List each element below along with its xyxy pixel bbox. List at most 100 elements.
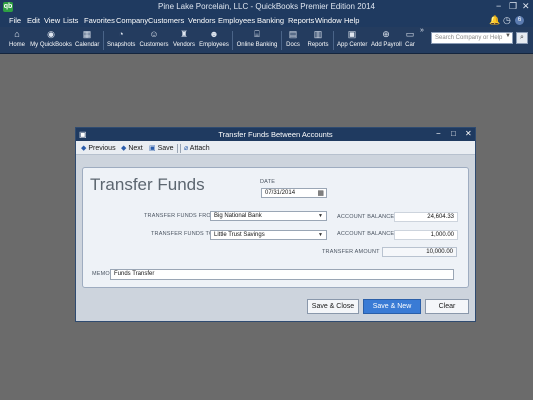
menu-company[interactable]: Company: [116, 16, 148, 25]
date-value: 07/31/2014: [265, 190, 296, 196]
restore-icon[interactable]: ❐: [509, 1, 517, 12]
toolbar-car[interactable]: ▭ Car: [404, 29, 416, 48]
dialog-minimize-icon[interactable]: −: [436, 129, 441, 138]
home-icon: ⌂: [14, 29, 20, 39]
add-payroll-icon: ⊕: [382, 29, 390, 39]
toolbar-employees-label: Employees: [199, 42, 229, 48]
toolbar-calendar[interactable]: ▦ Calendar: [75, 29, 99, 48]
menu-reports[interactable]: Reports: [288, 16, 314, 25]
save-new-button[interactable]: Save & New: [363, 299, 421, 314]
menu-window[interactable]: Window: [315, 16, 342, 25]
toolbar-my-quickbooks-label: My QuickBooks: [30, 42, 72, 48]
app-title-bar: qb Pine Lake Porcelain, LLC - QuickBooks…: [0, 0, 533, 14]
calendar-icon[interactable]: ▦: [317, 189, 324, 197]
search-dropdown-icon[interactable]: ▼: [505, 33, 511, 39]
menu-favorites[interactable]: Favorites: [84, 16, 115, 25]
menu-help[interactable]: Help: [344, 16, 359, 25]
menu-employees[interactable]: Employees: [218, 16, 255, 25]
reports-icon: ▥: [313, 29, 323, 39]
toolbar-separator: [180, 144, 181, 153]
toolbar-separator: [177, 144, 178, 153]
toolbar-customers[interactable]: ☺ Customers: [139, 29, 169, 48]
search-icon: ⌕: [520, 34, 524, 41]
transfer-to-select[interactable]: Little Trust Savings ▼: [210, 230, 327, 240]
previous-button[interactable]: ◆ Previous: [81, 144, 116, 152]
menu-file[interactable]: File: [9, 16, 21, 25]
menu-banking[interactable]: Banking: [257, 16, 284, 25]
vendors-icon: ♜: [179, 29, 189, 39]
toolbar-separator: [333, 31, 334, 50]
bell-icon[interactable]: 🔔: [489, 15, 500, 26]
toolbar-online-banking[interactable]: ⌸ Online Banking: [236, 29, 278, 48]
dialog-toolbar: ◆ Previous ◆ Next ▣ Save ⌀ Attach: [76, 141, 475, 155]
date-field[interactable]: 07/31/2014 ▦: [261, 188, 327, 198]
icon-toolbar: ⌂ Home ◉ My QuickBooks ▦ Calendar ◔ Snap…: [0, 27, 533, 54]
toolbar-docs-label: Docs: [286, 42, 300, 48]
paperclip-icon: ⌀: [184, 145, 189, 152]
attach-label: Attach: [189, 145, 210, 152]
next-label: Next: [128, 145, 143, 152]
car-icon: ▭: [405, 29, 415, 39]
toolbar-docs[interactable]: ▤ Docs: [285, 29, 301, 48]
toolbar-separator: [281, 31, 282, 50]
toolbar-employees[interactable]: ☻ Employees: [199, 29, 229, 48]
toolbar-overflow-icon[interactable]: »: [418, 27, 426, 34]
toolbar-calendar-label: Calendar: [75, 42, 100, 48]
customers-icon: ☺: [149, 29, 159, 39]
transfer-amount-field[interactable]: 10,000.00: [382, 247, 457, 257]
snapshots-icon: ◔: [118, 29, 124, 39]
menu-lists[interactable]: Lists: [63, 16, 78, 25]
toolbar-snapshots[interactable]: ◔ Snapshots: [107, 29, 135, 48]
date-label: DATE: [260, 179, 276, 185]
close-icon[interactable]: ✕: [522, 1, 530, 12]
online-banking-icon: ⌸: [254, 29, 260, 39]
attach-button[interactable]: ⌀ Attach: [184, 144, 210, 152]
minimize-icon[interactable]: −: [496, 1, 501, 11]
toolbar-separator: [232, 31, 233, 50]
transfer-from-value: Big National Bank: [214, 213, 262, 219]
menu-edit[interactable]: Edit: [27, 16, 40, 25]
menu-view[interactable]: View: [44, 16, 60, 25]
toolbar-reports[interactable]: ▥ Reports: [306, 29, 330, 48]
toolbar-online-banking-label: Online Banking: [236, 42, 278, 48]
notification-badge[interactable]: 6: [515, 16, 524, 25]
clock-icon[interactable]: ◷: [503, 15, 511, 26]
search-input[interactable]: Search Company or Help: [431, 32, 513, 44]
memo-field[interactable]: Funds Transfer: [110, 269, 454, 280]
transfer-to-value: Little Trust Savings: [214, 232, 265, 238]
save-close-button[interactable]: Save & Close: [307, 299, 359, 314]
transfer-amount-label: TRANSFER AMOUNT: [322, 249, 380, 255]
toolbar-app-center[interactable]: ▣ App Center: [337, 29, 367, 48]
toolbar-home-label: Home: [8, 42, 25, 48]
toolbar-add-payroll[interactable]: ⊕ Add Payroll: [371, 29, 402, 48]
toolbar-vendors[interactable]: ♜ Vendors: [172, 29, 196, 48]
transfer-from-select[interactable]: Big National Bank ▼: [210, 211, 327, 221]
toolbar-car-label: Car: [405, 42, 415, 48]
next-button[interactable]: ◆ Next: [121, 144, 143, 152]
menu-vendors[interactable]: Vendors: [188, 16, 216, 25]
memo-label: MEMO: [92, 271, 110, 277]
transfer-from-label: TRANSFER FUNDS FROM: [144, 213, 216, 219]
toolbar-app-center-label: App Center: [337, 42, 368, 48]
dialog-close-icon[interactable]: ✕: [465, 129, 472, 138]
transfer-to-label: TRANSFER FUNDS TO: [151, 231, 214, 237]
chevron-down-icon: ▼: [318, 213, 323, 219]
previous-icon: ◆: [81, 145, 87, 152]
search-button[interactable]: ⌕: [516, 32, 528, 44]
calendar-icon: ▦: [82, 29, 92, 39]
previous-label: Previous: [88, 145, 116, 152]
toolbar-home[interactable]: ⌂ Home: [8, 29, 26, 48]
transfer-funds-dialog: ▣ Transfer Funds Between Accounts − □ ✕ …: [75, 127, 476, 322]
app-title: Pine Lake Porcelain, LLC - QuickBooks Pr…: [158, 2, 375, 11]
toolbar-add-payroll-label: Add Payroll: [371, 42, 402, 48]
clear-button[interactable]: Clear: [425, 299, 469, 314]
toolbar-vendors-label: Vendors: [172, 42, 196, 48]
toolbar-my-quickbooks[interactable]: ◉ My QuickBooks: [30, 29, 72, 48]
chevron-down-icon: ▼: [318, 232, 323, 238]
menu-customers[interactable]: Customers: [148, 16, 184, 25]
save-button[interactable]: ▣ Save: [149, 144, 174, 152]
dialog-maximize-icon[interactable]: □: [451, 129, 456, 138]
toolbar-snapshots-label: Snapshots: [107, 42, 136, 48]
save-label: Save: [157, 145, 174, 152]
account-balance-label: ACCOUNT BALANCE: [337, 214, 395, 220]
